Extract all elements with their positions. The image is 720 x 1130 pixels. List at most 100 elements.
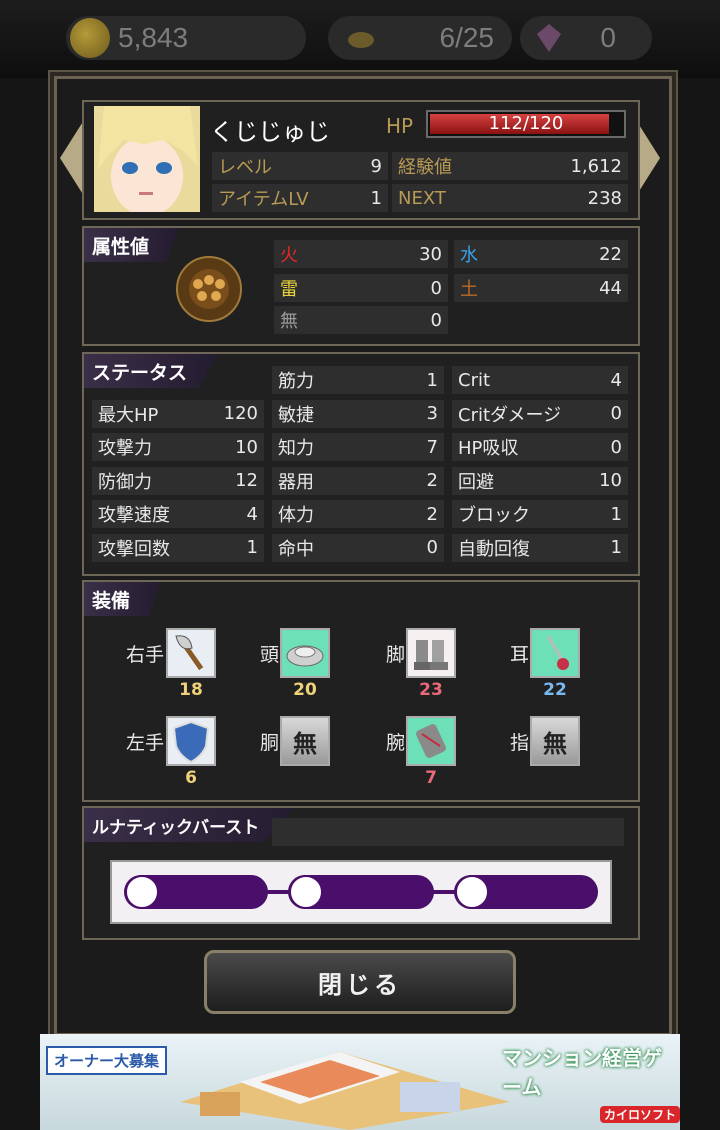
character-header: くじじゅじ HP 112/120 レベル 9 アイテムLV 1 経験値 1,61…	[82, 100, 640, 220]
stat-value: 1	[610, 537, 622, 558]
stat-value: 2	[426, 503, 438, 525]
stat-value: 120	[223, 403, 258, 424]
lunatic-burst-section: ルナティックバースト	[82, 806, 640, 940]
equipment-title: 装備	[84, 582, 161, 616]
stat-row: Crit 4	[452, 366, 628, 394]
stat-row: 敏捷 3	[272, 399, 444, 428]
level-label: レベル	[218, 157, 272, 178]
coin-icon	[70, 18, 110, 58]
equip-slot-level: 23	[419, 680, 443, 700]
stat-value: 10	[235, 436, 258, 458]
stat-label: 攻撃力	[98, 438, 152, 459]
top-status-bar: 5,843 6/25 0	[0, 0, 720, 78]
stat-label: 敏捷	[278, 404, 314, 426]
lunatic-burst-name-bar	[272, 818, 624, 846]
stat-value: 0	[426, 537, 438, 558]
gem-value: 0	[600, 22, 616, 53]
stat-value: 4	[246, 503, 258, 525]
none-label: 無	[280, 311, 298, 332]
stat-row: ブロック 1	[452, 500, 628, 528]
equip-slot[interactable]	[166, 716, 216, 766]
stat-row: HP吸収 0	[452, 433, 628, 461]
equip-slot-level: 20	[293, 680, 317, 700]
earth-value: 44	[599, 277, 622, 299]
stat-row: Critダメージ 0	[452, 399, 628, 428]
item-level-value: 1	[370, 187, 382, 209]
equipment-section: 装備 右手 18 頭 20 脚 23 耳 22 左手 6 胴無腕 7 指無	[82, 580, 640, 802]
hp-bar: 112/120	[426, 110, 626, 138]
gem-icon	[537, 24, 561, 52]
stat-row: 体力 2	[272, 500, 444, 528]
stat-value: 4	[610, 369, 622, 391]
equip-slot-label: 頭	[260, 644, 280, 666]
equip-slot[interactable]	[406, 628, 456, 678]
stat-row: 攻撃回数 1	[92, 533, 264, 562]
attributes-title: 属性値	[84, 228, 180, 262]
stat-row: 攻撃速度 4	[92, 500, 264, 528]
stat-row: 知力 7	[272, 433, 444, 461]
stat-value: 3	[426, 403, 438, 424]
element-orb-icon	[176, 256, 242, 322]
water-value: 22	[599, 243, 622, 265]
equip-slot[interactable]	[166, 628, 216, 678]
next-value: 238	[587, 187, 622, 209]
water-label: 水	[460, 245, 478, 266]
character-face-icon	[94, 106, 200, 212]
equip-slot[interactable]	[406, 716, 456, 766]
equip-slot[interactable]	[280, 628, 330, 678]
empty-slot-text: 無	[543, 729, 567, 758]
ad-banner[interactable]: オーナー大募集 マンション経営ゲーム カイロソフト	[40, 1034, 680, 1130]
stat-value: 2	[426, 470, 438, 491]
prev-character-arrow-icon[interactable]	[60, 120, 84, 196]
stat-label: HP吸収	[458, 438, 519, 459]
thunder-label: 雷	[280, 279, 298, 300]
attr-earth: 土 44	[454, 274, 628, 302]
exp-row: 経験値 1,612	[392, 152, 628, 180]
lunatic-gauge-bars	[124, 875, 598, 909]
stat-label: 回避	[458, 471, 494, 493]
empty-slot-text: 無	[293, 729, 317, 758]
stat-label: Critダメージ	[458, 404, 562, 426]
stat-value: 1	[246, 537, 258, 558]
stat-label: 筋力	[278, 371, 314, 392]
ad-brand-label: カイロソフト	[600, 1106, 680, 1123]
attr-none: 無 0	[274, 306, 448, 334]
equip-slot-level: 22	[543, 680, 567, 700]
gauntlet-icon	[408, 724, 454, 768]
equip-slot-level: 18	[179, 680, 203, 700]
empty-equip-slot[interactable]: 無	[280, 716, 330, 766]
lunatic-burst-title: ルナティックバースト	[84, 808, 294, 842]
item-level-label: アイテムLV	[218, 189, 309, 210]
stat-row: 自動回復 1	[452, 533, 628, 562]
lunatic-gauge	[110, 860, 612, 924]
empty-equip-slot[interactable]: 無	[530, 716, 580, 766]
stat-label: Crit	[458, 369, 491, 391]
stat-label: 器用	[278, 471, 314, 493]
equip-slot-label: 脚	[386, 644, 406, 666]
attr-thunder: 雷 0	[274, 274, 448, 302]
none-value: 0	[430, 309, 442, 331]
equip-slot-label: 耳	[510, 644, 530, 666]
equip-slot-label: 腕	[386, 732, 406, 754]
equip-slot[interactable]	[530, 628, 580, 678]
stat-label: ブロック	[458, 505, 530, 526]
stat-label: 防御力	[98, 471, 152, 493]
attributes-section: 属性値 火 30 水 22 雷 0 土 44 無 0	[82, 226, 640, 346]
boots-icon	[408, 640, 454, 680]
stat-label: 最大HP	[98, 404, 159, 426]
equip-slot-level: 6	[185, 768, 197, 788]
close-button[interactable]: 閉じる	[204, 950, 516, 1014]
stat-row: 防御力 12	[92, 466, 264, 495]
attr-water: 水 22	[454, 240, 628, 268]
gem-counter: 0	[520, 16, 652, 60]
hp-value: 112/120	[488, 113, 564, 134]
stat-value: 0	[610, 436, 622, 458]
coin-value: 5,843	[118, 22, 189, 53]
stat-value: 1	[426, 369, 438, 391]
stat-label: 命中	[278, 538, 314, 560]
stat-value: 12	[235, 470, 258, 491]
equip-slot-label: 左手	[126, 732, 165, 754]
thunder-value: 0	[430, 277, 442, 299]
stat-row: 筋力 1	[272, 366, 444, 394]
stat-label: 攻撃速度	[98, 505, 170, 526]
